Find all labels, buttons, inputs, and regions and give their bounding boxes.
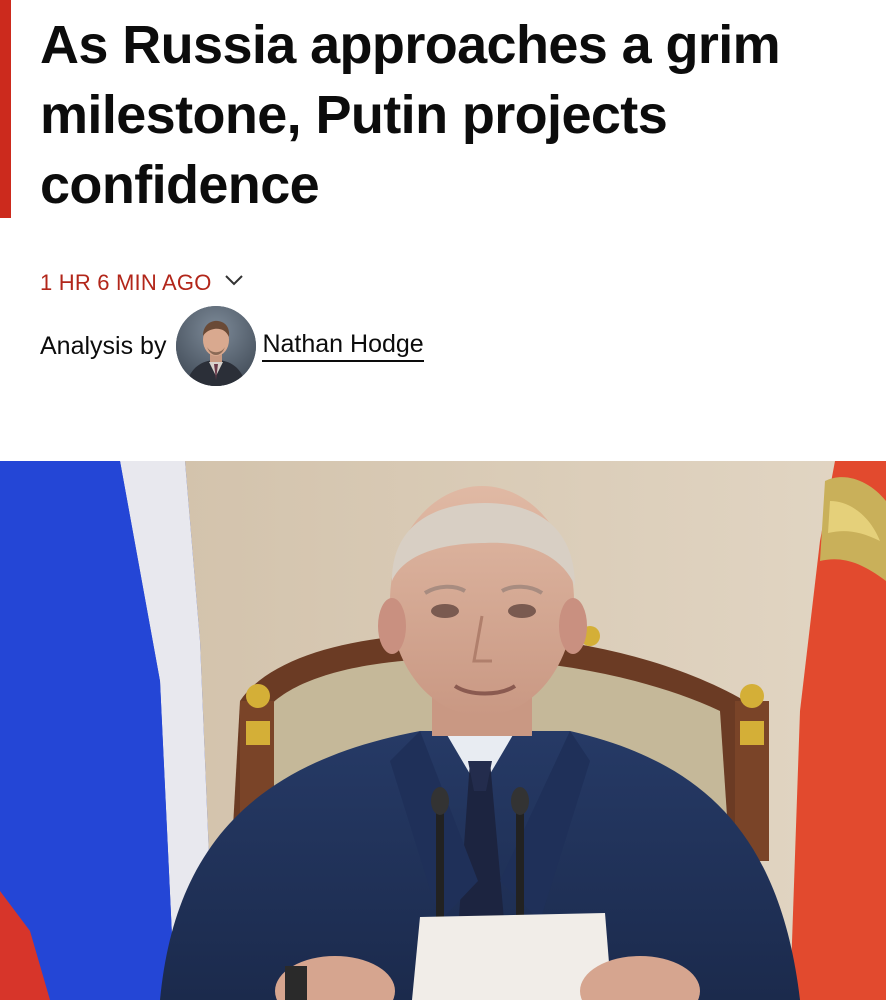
hero-image (0, 461, 886, 1000)
chevron-down-icon[interactable] (224, 273, 244, 287)
byline-prefix: Analysis by (40, 331, 167, 360)
byline: Analysis by Nathan Hodge (40, 305, 424, 387)
timestamp: 1 HR 6 MIN AGO (40, 270, 212, 295)
author-avatar[interactable] (176, 306, 257, 386)
headline-accent-bar (0, 0, 11, 218)
article-header: As Russia approaches a grim milestone, P… (0, 0, 886, 1000)
timestamp-toggle[interactable]: 1 HR 6 MIN AGO (40, 270, 244, 296)
article-headline: As Russia approaches a grim milestone, P… (40, 15, 781, 215)
author-link[interactable]: Nathan Hodge (262, 330, 424, 362)
